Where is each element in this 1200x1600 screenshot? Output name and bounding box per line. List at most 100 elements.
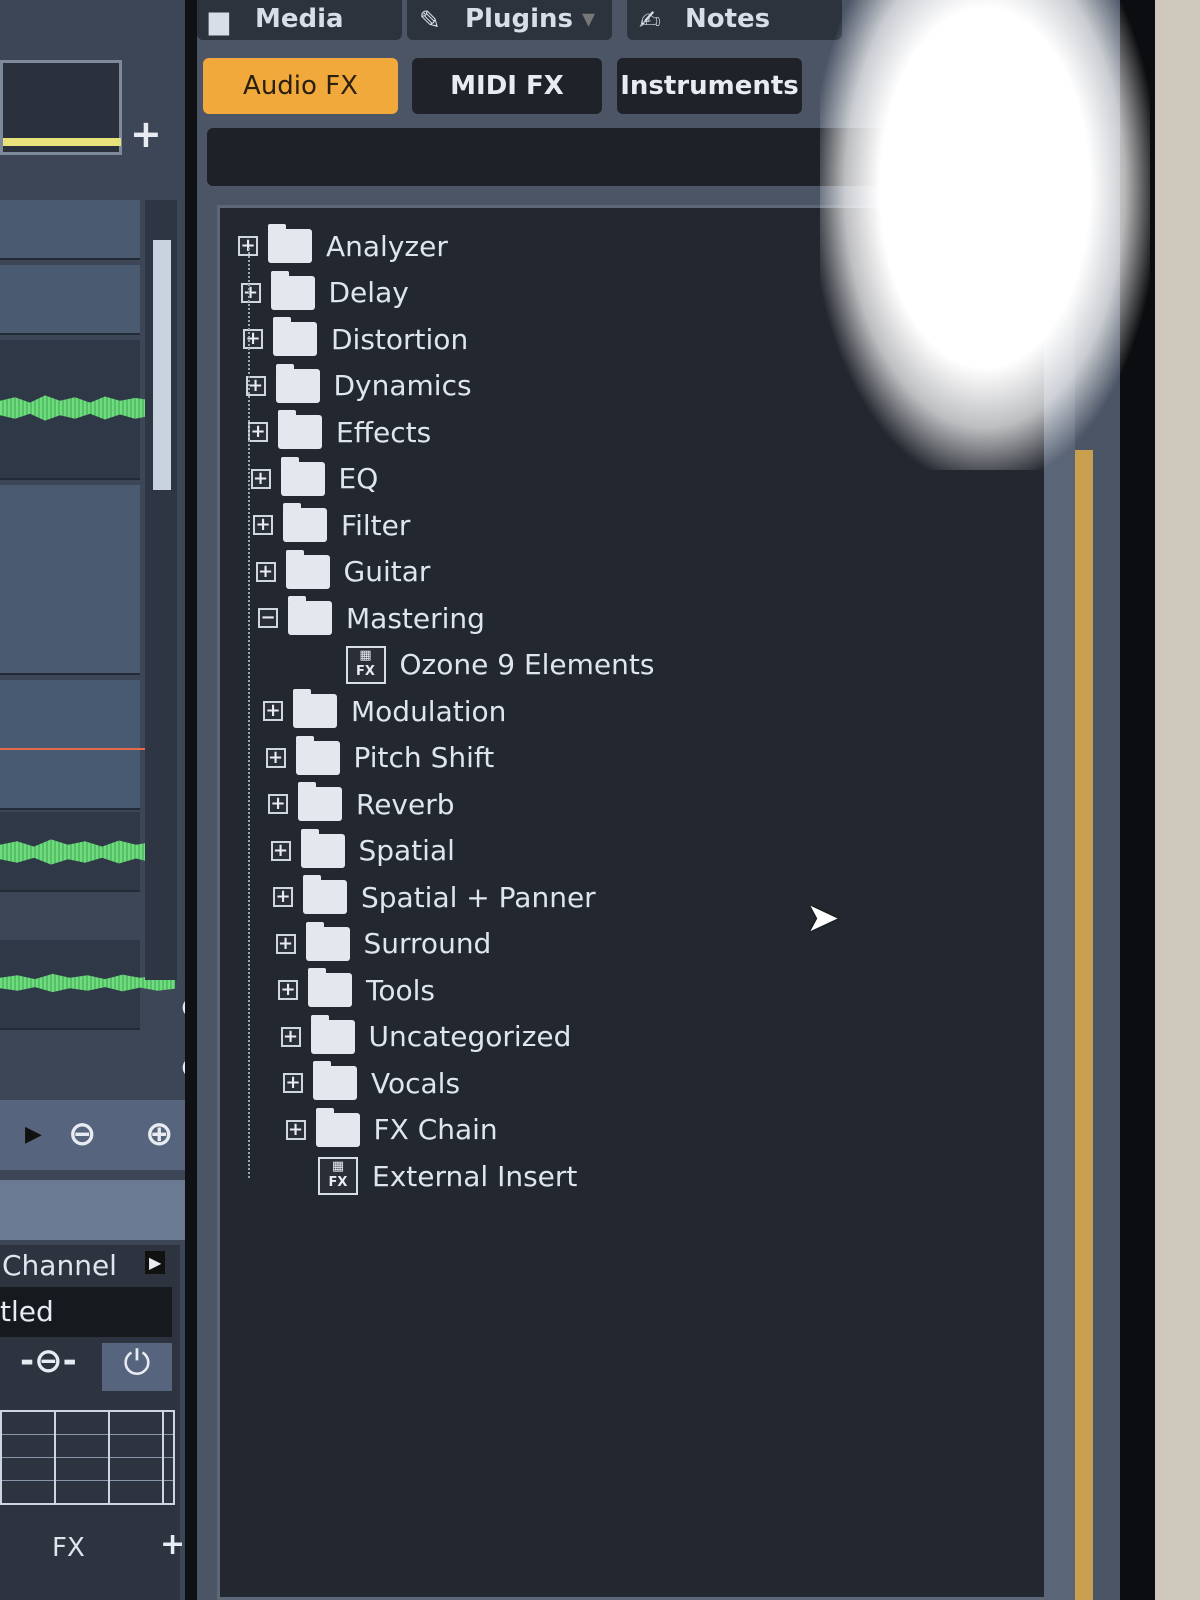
expand-icon[interactable]: + — [265, 747, 286, 768]
expand-icon[interactable]: + — [263, 701, 283, 721]
folder-icon — [283, 503, 327, 542]
tree-folder[interactable]: + Distortion — [243, 317, 468, 359]
expand-icon[interactable]: + — [255, 561, 276, 582]
tree-folder[interactable]: + Surround — [275, 921, 492, 964]
expand-icon[interactable]: + — [268, 794, 288, 814]
track-lane[interactable] — [0, 485, 140, 675]
channel-inspector: Channel ▶ tled -⊖- ⏻ FX + — [0, 1245, 185, 1600]
expand-icon[interactable]: + — [273, 887, 293, 907]
category-tab[interactable]: Audio FX — [203, 58, 398, 114]
folder-icon — [298, 782, 342, 821]
tree-folder[interactable]: + Pitch Shift — [265, 735, 495, 778]
folder-icon — [315, 1107, 360, 1147]
play-arrow-icon[interactable]: ▶ — [25, 1122, 42, 1147]
folder-open-icon — [288, 596, 332, 635]
tree-folder[interactable]: + EQ — [250, 456, 379, 499]
folder-icon — [293, 689, 337, 728]
tree-folder[interactable]: + Guitar — [255, 549, 431, 592]
dropdown-arrow-icon[interactable]: ▾ — [573, 4, 595, 34]
scrollbar-thumb[interactable] — [153, 240, 171, 490]
track-lane[interactable] — [0, 680, 160, 810]
tree-folder[interactable]: + Vocals — [283, 1061, 460, 1103]
zoom-out-icon[interactable]: ⊖ — [68, 1114, 97, 1154]
tree-item-label: Delay — [328, 276, 409, 309]
tree-folder[interactable]: + Spatial + Panner — [273, 875, 596, 917]
track-lane[interactable] — [0, 265, 140, 335]
tab-media[interactable]: ▆ Media — [197, 0, 402, 40]
folder-icon: ▆ — [209, 6, 229, 36]
routing-icon[interactable]: -⊖- — [20, 1341, 77, 1381]
tree-item-label: Pitch Shift — [353, 741, 495, 774]
tree-plugin[interactable]: ▦ FX Ozone 9 Elements — [345, 645, 654, 685]
tree-folder[interactable]: + Analyzer — [238, 224, 448, 266]
tree-folder[interactable]: + Modulation — [263, 689, 506, 731]
mouse-cursor-icon: ➤ — [806, 895, 840, 941]
expand-icon[interactable]: + — [243, 329, 263, 349]
fx-plugin-icon: ▦ FX — [318, 1157, 358, 1195]
tree-item-label: Reverb — [356, 787, 455, 821]
expand-icon[interactable]: + — [270, 840, 291, 861]
track-lane[interactable] — [0, 812, 170, 892]
tree-folder[interactable]: + Reverb — [268, 782, 455, 824]
expand-icon[interactable]: + — [253, 515, 273, 535]
category-tab[interactable]: Instruments — [617, 58, 802, 114]
arrange-panel: + ⊖ ⊕ ▶ ⊖ ⊕ Channel ▶ tled -⊖- ⏻ FX + — [0, 0, 235, 1600]
tree-folder[interactable]: + Filter — [253, 503, 411, 545]
tree-item-label: EQ — [338, 462, 379, 495]
category-tab[interactable]: MIDI FX — [412, 58, 602, 114]
folder-icon — [275, 363, 320, 403]
tab-notes[interactable]: ✍ Notes — [627, 0, 842, 40]
tree-plugin[interactable]: ▦ FX External Insert — [318, 1156, 577, 1196]
fx-plugin-icon: ▦ FX — [345, 645, 386, 684]
notepad-icon: ✍ — [639, 6, 661, 36]
folder-icon — [305, 921, 350, 961]
tab-label: Media — [255, 4, 344, 34]
power-button[interactable]: ⏻ — [102, 1343, 172, 1391]
tree-item-label: Effects — [336, 415, 432, 449]
add-fx-button[interactable]: + — [160, 1527, 185, 1562]
folder-icon — [313, 1061, 357, 1100]
tree-item-label: Analyzer — [326, 229, 448, 263]
loop-bar[interactable] — [3, 138, 121, 146]
tree-folder[interactable]: + FX Chain — [285, 1107, 498, 1150]
channel-label: Channel — [2, 1249, 117, 1282]
add-track-button[interactable]: + — [130, 112, 162, 156]
tab-label: Plugins — [465, 4, 573, 34]
tree-item-label: Spatial — [358, 834, 455, 867]
expand-icon[interactable]: + — [278, 980, 298, 1000]
expand-icon[interactable]: + — [275, 933, 296, 954]
plug-icon: ✎ — [419, 6, 441, 36]
expand-icon[interactable]: + — [285, 1119, 306, 1140]
tree-folder[interactable]: + Delay — [240, 270, 409, 313]
fx-label: FX — [52, 1533, 85, 1563]
track-name[interactable]: tled — [0, 1295, 54, 1328]
tree-folder[interactable]: + Spatial — [270, 828, 455, 871]
folder-icon — [310, 1014, 355, 1054]
expand-icon[interactable]: + — [240, 282, 261, 303]
search-input[interactable] — [207, 128, 907, 186]
tree-folder[interactable]: + Tools — [278, 968, 435, 1010]
folder-icon — [308, 968, 352, 1007]
track-lane[interactable] — [0, 340, 150, 480]
folder-icon — [273, 317, 317, 356]
eq-graph — [0, 1410, 175, 1505]
track-lane[interactable] — [0, 200, 140, 260]
tree-folder[interactable]: + Dynamics — [245, 363, 472, 406]
expand-icon[interactable]: + — [248, 422, 268, 442]
folder-icon — [280, 456, 325, 496]
expand-icon[interactable]: + — [283, 1073, 303, 1093]
tree-folder[interactable]: + Uncategorized — [280, 1014, 571, 1057]
collapse-icon[interactable]: − — [258, 608, 278, 628]
tab-plugins[interactable]: ✎ Plugins ▾ — [407, 0, 612, 40]
tree-folder[interactable]: + Effects — [248, 410, 432, 452]
tree-item-label: Filter — [341, 508, 411, 542]
expand-icon[interactable]: + — [250, 468, 271, 489]
vertical-scrollbar[interactable] — [145, 200, 177, 980]
track-lane[interactable] — [0, 940, 175, 1030]
tree-folder[interactable]: − Mastering — [258, 596, 485, 638]
tree-item-label: Guitar — [343, 555, 431, 588]
zoom-in-icon[interactable]: ⊕ — [145, 1114, 174, 1154]
tree-item-label: Surround — [363, 927, 492, 960]
expand-arrow-icon[interactable]: ▶ — [145, 1251, 166, 1274]
expand-icon[interactable]: + — [280, 1026, 301, 1047]
